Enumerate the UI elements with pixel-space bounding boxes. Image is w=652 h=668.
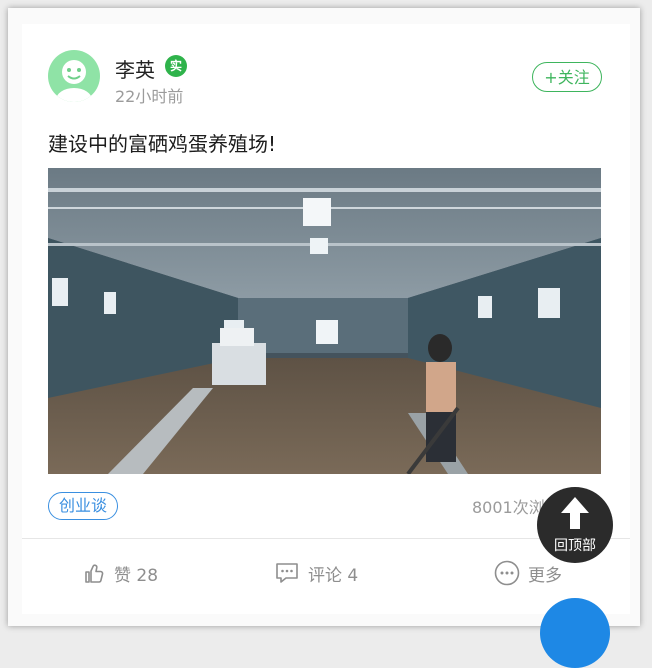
like-label: 赞 28 bbox=[114, 565, 159, 586]
like-button[interactable]: 赞 28 bbox=[82, 560, 158, 586]
floating-action-button[interactable] bbox=[540, 598, 610, 668]
avatar-face-icon bbox=[56, 60, 92, 102]
follow-label: 关注 bbox=[557, 68, 590, 87]
more-icon bbox=[494, 560, 520, 586]
more-label: 更多 bbox=[528, 565, 562, 586]
comment-button[interactable]: 评论 4 bbox=[274, 560, 358, 586]
post-image[interactable] bbox=[48, 168, 601, 474]
post-time: 22小时前 bbox=[115, 87, 184, 106]
comment-label: 评论 4 bbox=[308, 565, 359, 586]
thumbs-up-icon bbox=[82, 561, 106, 585]
back-to-top-label: 回顶部 bbox=[554, 538, 596, 554]
username[interactable]: 李英 bbox=[115, 54, 155, 83]
user-avatar[interactable] bbox=[48, 50, 100, 102]
post-text: 建设中的富硒鸡蛋养殖场! bbox=[48, 132, 277, 156]
follow-button[interactable]: +关注 bbox=[532, 62, 602, 92]
comment-icon bbox=[274, 561, 300, 585]
more-button[interactable]: 更多 bbox=[494, 560, 562, 586]
farm-building-photo-icon bbox=[48, 168, 601, 474]
verified-badge-icon: 实 bbox=[165, 55, 187, 77]
plus-icon: + bbox=[544, 68, 558, 87]
topic-tag[interactable]: 创业谈 bbox=[48, 492, 119, 520]
arrow-up-icon bbox=[559, 495, 591, 535]
view-count: 8001次浏 bbox=[472, 498, 545, 517]
back-to-top-button[interactable]: 回顶部 bbox=[537, 487, 613, 563]
